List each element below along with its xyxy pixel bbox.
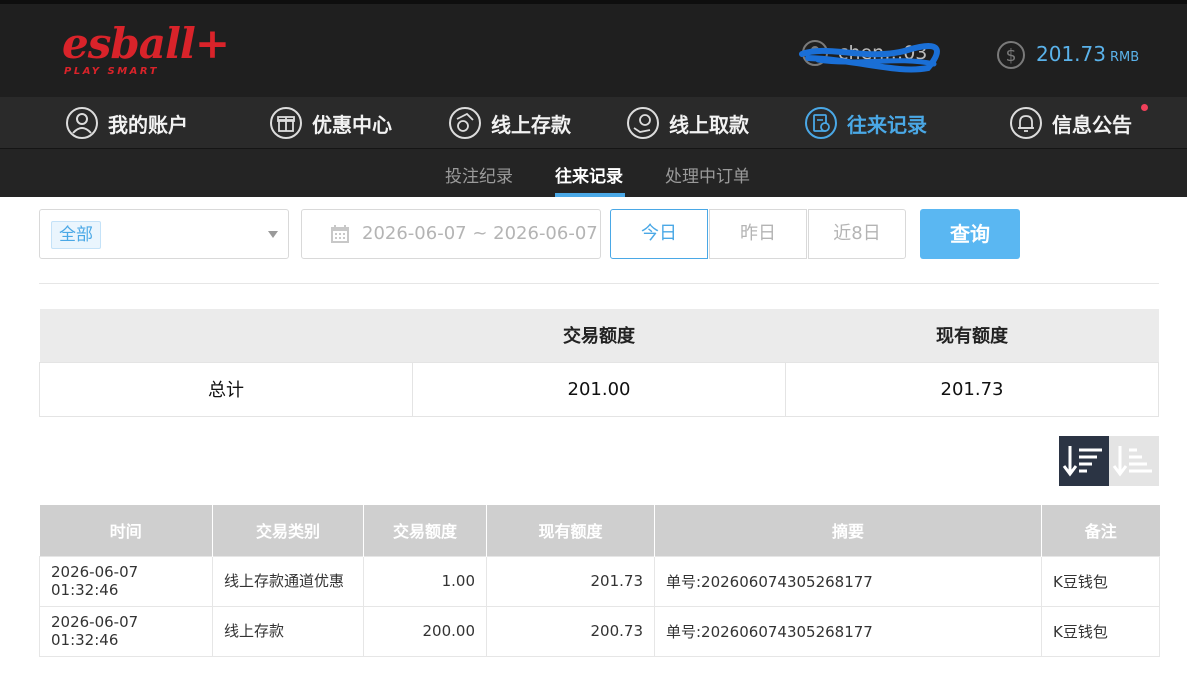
user-info[interactable]: chen…03 xyxy=(798,38,948,73)
user-circle-icon xyxy=(66,107,98,139)
nav-announcements[interactable]: 信息公告 xyxy=(1009,105,1132,141)
main-nav: 我的账户 优惠中心 线上存款 线上取款 往来记录 信息公告 xyxy=(0,97,1187,149)
user-icon xyxy=(802,40,828,66)
summary-header-row: 交易额度 现有额度 xyxy=(39,309,1159,362)
tab-bet-records[interactable]: 投注纪录 xyxy=(445,162,513,187)
nav-label: 我的账户 xyxy=(108,112,188,137)
cell-remark: K豆钱包 xyxy=(1041,555,1160,607)
tab-transaction-records[interactable]: 往来记录 xyxy=(555,162,623,187)
top-header: esball+ PLAY SMART chen…03 $ 201.73 RMB xyxy=(0,0,1187,97)
cell-summary: 单号:202606074305268177 xyxy=(654,605,1042,657)
notification-dot xyxy=(1141,104,1148,111)
cell-summary: 单号:202606074305268177 xyxy=(654,555,1042,607)
coin-icon: $ xyxy=(997,41,1025,69)
esball-logo[interactable]: esball+ PLAY SMART xyxy=(62,22,230,82)
withdraw-icon xyxy=(627,107,659,139)
summary-header xyxy=(39,309,413,362)
username: chen…03 xyxy=(838,42,928,64)
svg-text:$: $ xyxy=(1006,46,1017,66)
records-table: 时间 交易类别 交易额度 现有额度 摘要 备注 2026-06-07 01:32… xyxy=(39,505,1160,657)
cell-time: 2026-06-07 01:32:46 xyxy=(39,555,213,607)
records-header-row: 时间 交易类别 交易额度 现有额度 摘要 备注 xyxy=(39,505,1160,556)
date-range-picker[interactable]: 2026-06-07 ~ 2026-06-07 xyxy=(301,209,601,259)
nav-online-deposit[interactable]: 线上存款 xyxy=(448,105,571,141)
sort-ascending-button[interactable] xyxy=(1109,436,1159,486)
gift-icon xyxy=(270,107,302,139)
summary-cell: 总计 xyxy=(39,361,413,417)
cell-remark: K豆钱包 xyxy=(1041,605,1160,657)
summary-header: 现有额度 xyxy=(785,309,1159,362)
date-range-text: 2026-06-07 ~ 2026-06-07 xyxy=(362,223,598,244)
calendar-icon xyxy=(331,225,349,243)
column-header: 交易类别 xyxy=(212,505,364,556)
balance-currency: RMB xyxy=(1109,50,1140,65)
nav-my-account[interactable]: 我的账户 xyxy=(65,105,188,141)
transaction-type-select[interactable]: 全部 xyxy=(39,209,289,259)
sub-nav: 投注纪录 往来记录 处理中订单 xyxy=(0,149,1187,197)
cell-amount: 200.00 xyxy=(363,605,487,657)
bell-icon xyxy=(1010,107,1042,139)
deposit-icon xyxy=(449,107,481,139)
cell-time: 2026-06-07 01:32:46 xyxy=(39,605,213,657)
cell-type: 线上存款 xyxy=(212,605,364,657)
summary-table: 交易额度 现有额度 总计 201.00 201.73 xyxy=(39,309,1159,417)
nav-label: 往来记录 xyxy=(847,112,927,137)
tab-pending-orders[interactable]: 处理中订单 xyxy=(665,162,750,187)
selected-type-tag: 全部 xyxy=(51,221,101,249)
range-yesterday-button[interactable]: 昨日 xyxy=(709,209,807,259)
column-header: 备注 xyxy=(1041,505,1160,556)
logo-text: esball+ xyxy=(62,19,230,68)
divider xyxy=(39,283,1159,284)
balance-info: $ 201.73 RMB xyxy=(996,38,1156,70)
sort-descending-button[interactable] xyxy=(1059,436,1109,486)
column-header: 摘要 xyxy=(654,505,1042,556)
summary-header: 交易额度 xyxy=(412,309,786,362)
chevron-down-icon xyxy=(268,231,278,238)
query-button[interactable]: 查询 xyxy=(920,209,1020,259)
range-today-button[interactable]: 今日 xyxy=(610,209,708,259)
nav-label: 优惠中心 xyxy=(312,112,392,137)
logo-subtitle: PLAY SMART xyxy=(64,66,159,77)
summary-cell: 201.73 xyxy=(785,361,1159,417)
cell-balance: 200.73 xyxy=(486,605,655,657)
table-row: 2026-06-07 01:32:46 线上存款通道优惠 1.00 201.73… xyxy=(39,555,1160,607)
cell-amount: 1.00 xyxy=(363,555,487,607)
cell-balance: 201.73 xyxy=(486,555,655,607)
cell-type: 线上存款通道优惠 xyxy=(212,555,364,607)
column-header: 时间 xyxy=(39,505,213,556)
sort-desc-icon xyxy=(1062,446,1102,477)
column-header: 交易额度 xyxy=(363,505,487,556)
nav-label: 线上取款 xyxy=(669,112,749,137)
balance-amount: 201.73 RMB xyxy=(1036,42,1140,66)
sort-asc-icon xyxy=(1112,446,1152,477)
nav-promotions[interactable]: 优惠中心 xyxy=(269,105,392,141)
nav-transaction-records[interactable]: 往来记录 xyxy=(804,105,927,141)
summary-total-row: 总计 201.00 201.73 xyxy=(39,361,1159,417)
nav-label: 线上存款 xyxy=(491,112,571,137)
summary-cell: 201.00 xyxy=(412,361,786,417)
table-row: 2026-06-07 01:32:46 线上存款 200.00 200.73 单… xyxy=(39,605,1160,657)
records-icon xyxy=(805,107,837,139)
nav-online-withdraw[interactable]: 线上取款 xyxy=(626,105,749,141)
column-header: 现有额度 xyxy=(486,505,655,556)
range-last8days-button[interactable]: 近8日 xyxy=(808,209,906,259)
nav-label: 信息公告 xyxy=(1052,112,1132,137)
active-tab-indicator xyxy=(555,193,625,197)
